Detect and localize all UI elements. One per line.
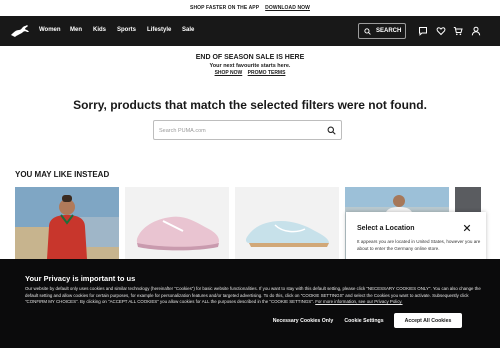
nav-item-women[interactable]: Women — [39, 27, 61, 33]
search-icon[interactable] — [327, 126, 336, 135]
nav-item-sale[interactable]: Sale — [182, 27, 194, 33]
promo-subline: Your next favourite starts here. — [209, 63, 291, 69]
cart-icon[interactable] — [453, 26, 463, 36]
search-box — [153, 120, 342, 140]
search-input[interactable] — [159, 125, 319, 136]
product-card[interactable] — [235, 187, 339, 259]
user-icon[interactable] — [471, 26, 481, 36]
puma-logo-icon[interactable] — [9, 23, 31, 39]
cookie-banner-text: Our website by default only uses cookies… — [25, 286, 481, 304]
privacy-policy-link[interactable]: For more information, see our Privacy Po… — [315, 299, 402, 304]
search-button-label: SEARCH — [376, 28, 402, 34]
product-image — [15, 187, 119, 259]
cookie-banner-title: Your Privacy is important to us — [25, 274, 136, 283]
promo-terms-link[interactable]: PROMO TERMS — [248, 70, 286, 76]
chat-icon[interactable] — [418, 26, 428, 36]
product-image — [235, 187, 339, 259]
product-image — [125, 187, 229, 259]
promo-headline: END OF SEASON SALE IS HERE — [195, 54, 305, 61]
cookie-banner: Your Privacy is important to us Our webs… — [0, 259, 500, 348]
search-icon — [364, 27, 371, 35]
product-card[interactable] — [15, 187, 119, 259]
app-banner-text: SHOP FASTER ON THE APP — [190, 5, 260, 11]
nav-item-kids[interactable]: Kids — [93, 27, 106, 33]
no-results-message: Sorry, products that match the selected … — [73, 98, 427, 112]
heart-icon[interactable] — [436, 26, 446, 36]
nav-item-lifestyle[interactable]: Lifestyle — [147, 27, 171, 33]
shop-now-link[interactable]: SHOP NOW — [215, 70, 243, 76]
necessary-cookies-button[interactable]: Necessary Cookies Only — [268, 313, 338, 328]
search-button[interactable]: SEARCH — [358, 23, 406, 39]
recommendations-title: YOU MAY LIKE INSTEAD — [15, 170, 110, 179]
main-nav: Women Men Kids Sports Lifestyle Sale SEA… — [0, 16, 500, 46]
accept-all-cookies-button[interactable]: Accept All Cookies — [394, 313, 462, 328]
promo-banner: END OF SEASON SALE IS HERE Your next fav… — [0, 54, 500, 76]
location-modal-title: Select a Location — [357, 225, 415, 232]
nav-item-men[interactable]: Men — [70, 27, 82, 33]
location-modal-body: It appears you are located in United Sta… — [357, 239, 481, 251]
download-now-link[interactable]: DOWNLOAD NOW — [265, 5, 310, 11]
app-banner: SHOP FASTER ON THE APP DOWNLOAD NOW — [0, 0, 500, 16]
cookie-settings-button[interactable]: Cookie Settings — [340, 313, 388, 328]
product-card[interactable] — [125, 187, 229, 259]
nav-item-sports[interactable]: Sports — [117, 27, 136, 33]
close-icon[interactable] — [463, 224, 471, 232]
promo-links: SHOP NOW PROMO TERMS — [0, 70, 500, 76]
cookie-banner-body: Our website by default only uses cookies… — [25, 286, 485, 306]
